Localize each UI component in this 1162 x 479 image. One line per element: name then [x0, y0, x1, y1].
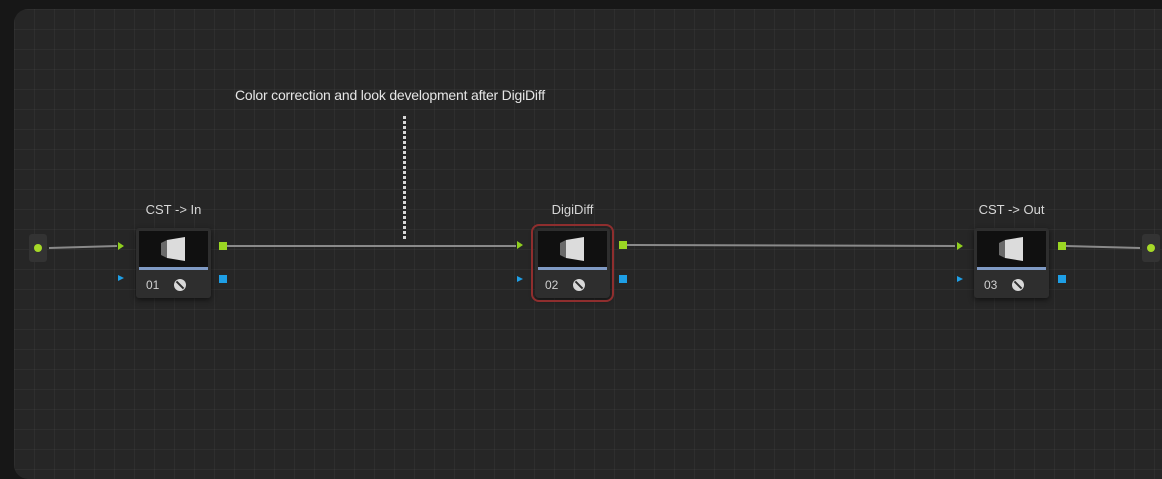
node-thumbnail: [977, 231, 1046, 267]
node-01-alpha-output[interactable]: [219, 275, 227, 283]
graph-input[interactable]: [29, 234, 47, 262]
node-label: DigiDiff: [551, 202, 594, 217]
node-thumbnail: [538, 231, 607, 267]
disable-node-icon[interactable]: [1012, 279, 1024, 291]
node-03-alpha-input[interactable]: [957, 276, 963, 282]
node-label: CST -> Out: [978, 202, 1045, 217]
node-03-rgb-input[interactable]: [957, 242, 963, 250]
node-02-rgb-input[interactable]: [517, 241, 523, 249]
input-dot-icon: [34, 244, 42, 252]
node-02-alpha-input[interactable]: [517, 276, 523, 282]
node-02[interactable]: DigiDiff 02: [531, 202, 614, 302]
wire-input-to-node-01: [48, 245, 118, 249]
node-01-alpha-input[interactable]: [118, 275, 124, 281]
annotation-note[interactable]: Color correction and look development af…: [235, 87, 545, 103]
lamp-icon: [161, 237, 185, 261]
node-01-rgb-input[interactable]: [118, 242, 124, 250]
node-03-rgb-output[interactable]: [1058, 242, 1066, 250]
disable-node-icon[interactable]: [174, 279, 186, 291]
node-03-alpha-output[interactable]: [1058, 275, 1066, 283]
output-dot-icon: [1147, 244, 1155, 252]
node-number: 02: [545, 278, 559, 292]
node-thumbnail-bar: [538, 267, 607, 270]
node-number: 03: [984, 278, 998, 292]
wire-node-02-to-node-03: [626, 244, 956, 247]
node-label: CST -> In: [145, 202, 202, 217]
node-02-rgb-output[interactable]: [619, 241, 627, 249]
node-01[interactable]: CST -> In 01: [136, 202, 211, 298]
node-thumbnail-bar: [977, 267, 1046, 270]
annotation-connector: [403, 116, 406, 241]
node-01-rgb-output[interactable]: [219, 242, 227, 250]
node-graph-canvas[interactable]: Color correction and look development af…: [14, 9, 1162, 479]
disable-node-icon[interactable]: [573, 279, 585, 291]
node-number: 01: [146, 278, 160, 292]
graph-output[interactable]: [1142, 234, 1160, 262]
node-thumbnail-bar: [139, 267, 208, 270]
node-thumbnail: [139, 231, 208, 267]
lamp-icon: [999, 237, 1023, 261]
wire-node-03-to-output: [1065, 245, 1141, 249]
node-03[interactable]: CST -> Out 03: [974, 202, 1049, 298]
node-02-alpha-output[interactable]: [619, 275, 627, 283]
lamp-icon: [560, 237, 584, 261]
